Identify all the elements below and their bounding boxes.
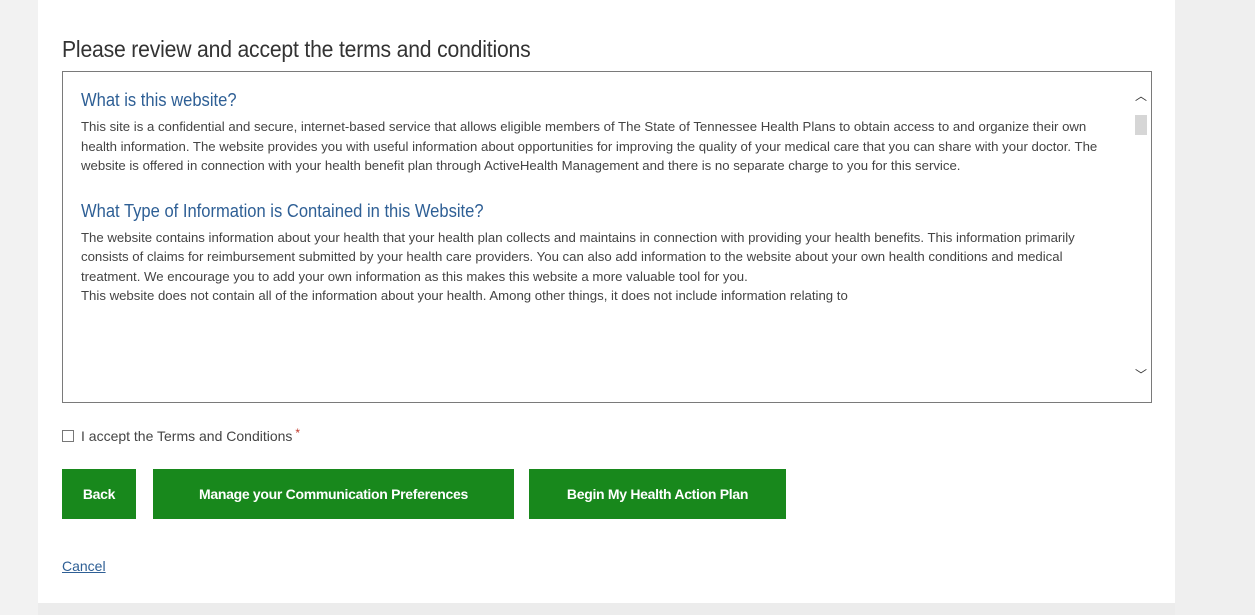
scroll-thumb[interactable] <box>1135 115 1147 135</box>
section-heading: What Type of Information is Contained in… <box>81 200 484 221</box>
section-body-continued: This website does not contain all of the… <box>81 288 848 303</box>
terms-card: Please review and accept the terms and c… <box>38 0 1175 603</box>
cancel-link[interactable]: Cancel <box>62 558 106 574</box>
accept-terms-label[interactable]: I accept the Terms and Conditions <box>81 428 292 444</box>
left-gutter <box>0 0 38 615</box>
scroll-up-icon[interactable]: ︿ <box>1133 87 1149 103</box>
accept-terms-checkbox[interactable] <box>62 430 74 442</box>
required-marker: * <box>295 426 301 440</box>
back-button[interactable]: Back <box>62 469 136 519</box>
page-title: Please review and accept the terms and c… <box>62 36 531 62</box>
scroll-down-icon[interactable]: ﹀ <box>1133 366 1149 382</box>
terms-scroll-box[interactable]: What is this website? This site is a con… <box>62 71 1152 403</box>
accept-terms-row: I accept the Terms and Conditions * <box>62 426 301 444</box>
terms-content: What is this website? This site is a con… <box>81 90 1121 306</box>
section-body: The website contains information about y… <box>81 229 1075 284</box>
manage-preferences-button[interactable]: Manage your Communication Preferences <box>153 469 514 519</box>
section-body: This site is a confidential and secure, … <box>81 119 1098 173</box>
scrollbar[interactable]: ︿ ﹀ <box>1131 72 1151 402</box>
begin-health-action-plan-button[interactable]: Begin My Health Action Plan <box>529 469 786 519</box>
section-heading: What is this website? <box>81 90 237 110</box>
right-gutter <box>1175 0 1255 615</box>
